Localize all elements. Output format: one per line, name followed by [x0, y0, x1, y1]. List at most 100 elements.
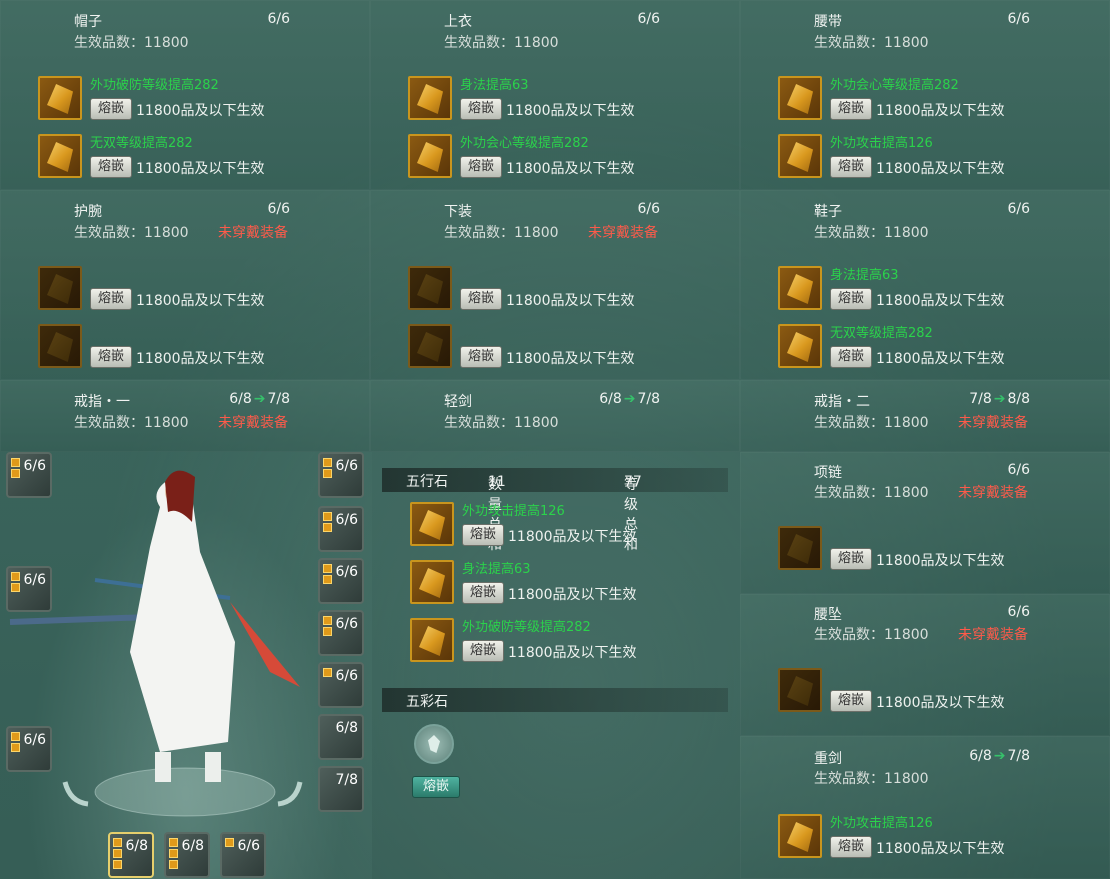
slot-count: 6/6: [637, 11, 660, 27]
wucai-header: 五彩石: [382, 688, 728, 712]
gem-pips-icon: [169, 838, 179, 871]
gem-slot: 身法提高63 熔嵌 11800品及以下生效: [410, 560, 750, 608]
gem-slot: 无双等级提高282 熔嵌 11800品及以下生效: [778, 324, 1110, 372]
fuse-button[interactable]: 熔嵌: [462, 582, 504, 604]
empty-gem-icon[interactable]: [778, 526, 822, 570]
gem-pips-icon: [225, 838, 235, 849]
gem-slot: 外功会心等级提高282 熔嵌 11800品及以下生效: [408, 134, 748, 182]
wuxing-header: 五行石 数量总和 11 等级总和77: [382, 468, 728, 553]
fuse-button[interactable]: 熔嵌: [90, 156, 132, 178]
pin-label: 生效品数：11800: [444, 35, 559, 51]
unequipped-warning: 未穿戴装备: [218, 415, 288, 431]
fuse-button[interactable]: 熔嵌: [830, 98, 872, 120]
gem-icon[interactable]: [408, 134, 452, 178]
equip-slot[interactable]: 6/6: [318, 506, 364, 552]
slot-name: 护腕: [74, 204, 102, 220]
equip-slot[interactable]: 6/6: [6, 566, 52, 612]
slot-name: 腰坠: [814, 607, 842, 623]
equip-slot[interactable]: 7/8: [318, 766, 364, 812]
gem-slot: 熔嵌 11800品及以下生效: [408, 324, 748, 372]
gem-slot: 熔嵌 11800品及以下生效: [408, 266, 748, 314]
slot-name: 项链: [814, 465, 842, 481]
equip-slot[interactable]: 6/6: [318, 558, 364, 604]
upgrade-arrow-icon: ➔: [253, 391, 266, 407]
slot-name: 重剑: [814, 751, 842, 767]
empty-gem-icon[interactable]: [408, 324, 452, 368]
pin-label: 生效品数：11800: [814, 415, 929, 431]
fuse-button[interactable]: 熔嵌: [460, 156, 502, 178]
panel-pants: 下装 6/6 生效品数：11800 未穿戴装备 熔嵌 11800品及以下生效 熔…: [370, 190, 740, 380]
panel-hat: 帽子 6/6 生效品数：11800 外功破防等级提高282 熔嵌 11800品及…: [0, 0, 370, 190]
gem-icon[interactable]: [778, 266, 822, 310]
fuse-button[interactable]: 熔嵌: [830, 288, 872, 310]
gem-pips-icon: [323, 564, 333, 586]
fuse-button[interactable]: 熔嵌: [830, 346, 872, 368]
gem-icon[interactable]: [38, 134, 82, 178]
gem-slot: 身法提高63 熔嵌 11800品及以下生效: [778, 266, 1110, 314]
gem-pips-icon: [11, 732, 21, 754]
fuse-button[interactable]: 熔嵌: [90, 346, 132, 368]
equip-slot[interactable]: 6/6: [318, 452, 364, 498]
effect-desc: 11800品及以下生效: [508, 645, 637, 661]
gem-name: 身法提高63: [830, 268, 899, 283]
gem-icon[interactable]: [778, 134, 822, 178]
empty-gem-icon[interactable]: [408, 266, 452, 310]
fuse-button[interactable]: 熔嵌: [460, 346, 502, 368]
equip-slot[interactable]: 6/6: [6, 452, 52, 498]
panel-ring2: 戒指・二 7/8 ➔ 8/8 生效品数：11800 未穿戴装备: [740, 380, 1110, 452]
gem-name: 身法提高63: [460, 78, 529, 93]
empty-gem-icon[interactable]: [778, 668, 822, 712]
fuse-button[interactable]: 熔嵌: [460, 288, 502, 310]
gem-icon[interactable]: [410, 560, 454, 604]
gem-slot: 熔嵌 11800品及以下生效: [778, 668, 1110, 716]
gem-name: 外功攻击提高126: [830, 136, 933, 151]
empty-gem-icon[interactable]: [38, 266, 82, 310]
fuse-button[interactable]: 熔嵌: [462, 640, 504, 662]
equip-slot[interactable]: 6/6: [318, 610, 364, 656]
equip-slot-selected[interactable]: 6/8: [108, 832, 154, 878]
unequipped-warning: 未穿戴装备: [588, 225, 658, 241]
effect-desc: 11800品及以下生效: [136, 161, 265, 177]
fuse-button[interactable]: 熔嵌: [830, 836, 872, 858]
pin-label: 生效品数：11800: [444, 225, 559, 241]
fuse-button[interactable]: 熔嵌: [90, 98, 132, 120]
gem-icon[interactable]: [778, 76, 822, 120]
upgrade-arrow-icon: ➔: [993, 391, 1006, 407]
slot-name: 下装: [444, 204, 472, 220]
empty-gem-icon[interactable]: [38, 324, 82, 368]
slot-name: 腰带: [814, 14, 842, 30]
effect-desc: 11800品及以下生效: [506, 351, 635, 367]
character-preview: 6/6 6/6 6/6 6/6 6/6 6/6 6/6 6/6 6/8 7/8 …: [0, 452, 372, 879]
gem-slot: 外功攻击提高126 熔嵌 11800品及以下生效: [778, 814, 1110, 862]
gem-name: 外功破防等级提高282: [462, 620, 591, 635]
wucai-fuse-button[interactable]: 熔嵌: [412, 776, 460, 798]
equip-slot[interactable]: 6/6: [220, 832, 266, 878]
panel-bracer: 护腕 6/6 生效品数：11800 未穿戴装备 熔嵌 11800品及以下生效 熔…: [0, 190, 370, 380]
pin-label: 生效品数：11800: [74, 415, 189, 431]
panel-ring1: 戒指・一 6/8 ➔ 7/8 生效品数：11800 未穿戴装备: [0, 380, 370, 452]
gem-icon[interactable]: [410, 502, 454, 546]
fuse-button[interactable]: 熔嵌: [90, 288, 132, 310]
gem-icon[interactable]: [38, 76, 82, 120]
effect-desc: 11800品及以下生效: [506, 293, 635, 309]
equip-slot[interactable]: 6/8: [318, 714, 364, 760]
fuse-button[interactable]: 熔嵌: [830, 156, 872, 178]
effect-desc: 11800品及以下生效: [876, 695, 1005, 711]
fuse-button[interactable]: 熔嵌: [462, 524, 504, 546]
wucai-gem-slot-icon[interactable]: [414, 724, 454, 764]
unequipped-warning: 未穿戴装备: [958, 415, 1028, 431]
equip-slot[interactable]: 6/6: [318, 662, 364, 708]
pin-label: 生效品数：11800: [444, 415, 559, 431]
fuse-button[interactable]: 熔嵌: [830, 690, 872, 712]
gem-icon[interactable]: [778, 814, 822, 858]
upgrade-arrow-icon: ➔: [623, 391, 636, 407]
gem-slot: 无双等级提高282 熔嵌 11800品及以下生效: [38, 134, 378, 182]
gem-icon[interactable]: [778, 324, 822, 368]
equip-slot[interactable]: 6/6: [6, 726, 52, 772]
fuse-button[interactable]: 熔嵌: [460, 98, 502, 120]
fuse-button[interactable]: 熔嵌: [830, 548, 872, 570]
gem-icon[interactable]: [410, 618, 454, 662]
gem-icon[interactable]: [408, 76, 452, 120]
slot-count: 6/8 ➔ 7/8: [969, 748, 1030, 764]
equip-slot[interactable]: 6/8: [164, 832, 210, 878]
